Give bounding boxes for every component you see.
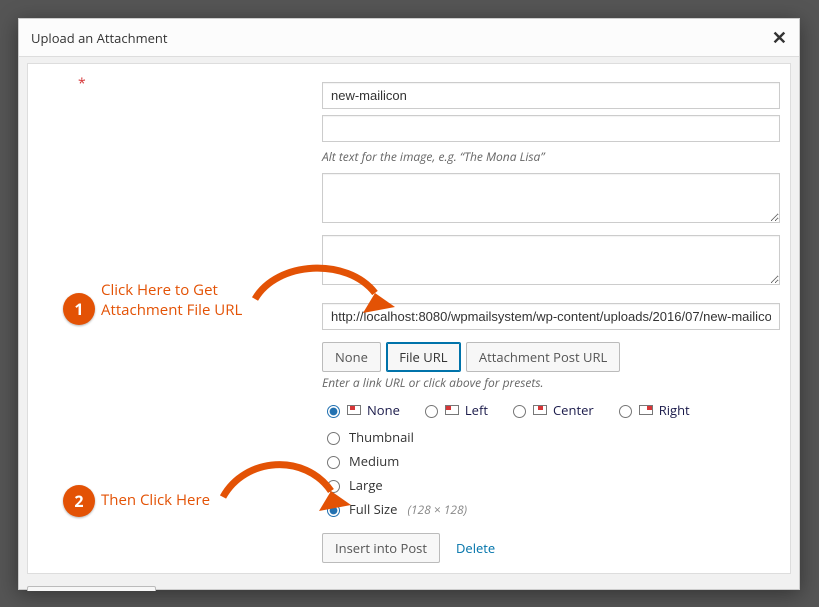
modal-title: Upload an Attachment	[31, 29, 168, 47]
size-thumbnail[interactable]: Thumbnail	[322, 425, 782, 449]
size-medium[interactable]: Medium	[322, 449, 782, 473]
annotation-text-1: Click Here to Get Attachment File URL	[101, 281, 242, 320]
size-full-note: (128 × 128)	[407, 501, 467, 518]
modal-body: * Alt text for the image, e.g. “The Mona…	[19, 57, 799, 591]
annotation-badge-1: 1	[63, 293, 95, 325]
link-url-presets: None File URL Attachment Post URL	[322, 342, 782, 372]
delete-link[interactable]: Delete	[456, 539, 495, 557]
description-textarea[interactable]	[322, 235, 780, 285]
save-all-changes-button[interactable]: Save all changes	[27, 586, 156, 591]
annotation-text-2: Then Click Here	[101, 491, 210, 511]
annotation-badge-2: 2	[63, 485, 95, 517]
link-url-help: Enter a link URL or click above for pres…	[322, 374, 782, 391]
align-center[interactable]: Center	[508, 401, 594, 419]
align-center-radio[interactable]	[513, 405, 526, 418]
required-asterisk: *	[78, 74, 86, 93]
align-none-icon	[347, 405, 361, 415]
close-icon[interactable]: ✕	[772, 26, 787, 50]
link-url-input[interactable]	[322, 303, 780, 330]
align-right[interactable]: Right	[614, 401, 690, 419]
size-thumbnail-radio[interactable]	[327, 432, 340, 445]
align-left-radio[interactable]	[425, 405, 438, 418]
align-center-icon	[533, 405, 547, 415]
align-left-icon	[445, 405, 459, 415]
caption-textarea[interactable]	[322, 173, 780, 223]
alignment-row: None Left Center Rig	[322, 401, 782, 419]
size-large[interactable]: Large	[322, 473, 782, 497]
link-none-button[interactable]: None	[322, 342, 381, 372]
size-large-radio[interactable]	[327, 480, 340, 493]
insert-row: Insert into Post Delete	[322, 533, 782, 563]
align-right-radio[interactable]	[619, 405, 632, 418]
alt-text-input[interactable]	[322, 115, 780, 142]
link-post-url-button[interactable]: Attachment Post URL	[466, 342, 620, 372]
upload-attachment-modal: Upload an Attachment ✕ * Alt text for th…	[18, 18, 800, 590]
align-none-radio[interactable]	[327, 405, 340, 418]
link-file-url-button[interactable]: File URL	[386, 342, 460, 372]
align-none[interactable]: None	[322, 401, 400, 419]
size-options: Thumbnail Medium Large Full Size (128 × …	[322, 425, 782, 521]
align-left[interactable]: Left	[420, 401, 488, 419]
modal-header: Upload an Attachment ✕	[19, 19, 799, 57]
align-right-icon	[639, 405, 653, 415]
alt-text-help: Alt text for the image, e.g. “The Mona L…	[322, 148, 782, 165]
size-medium-radio[interactable]	[327, 456, 340, 469]
size-full-radio[interactable]	[327, 504, 340, 517]
title-input[interactable]	[322, 82, 780, 109]
size-full[interactable]: Full Size (128 × 128)	[322, 497, 782, 521]
insert-into-post-button[interactable]: Insert into Post	[322, 533, 440, 563]
